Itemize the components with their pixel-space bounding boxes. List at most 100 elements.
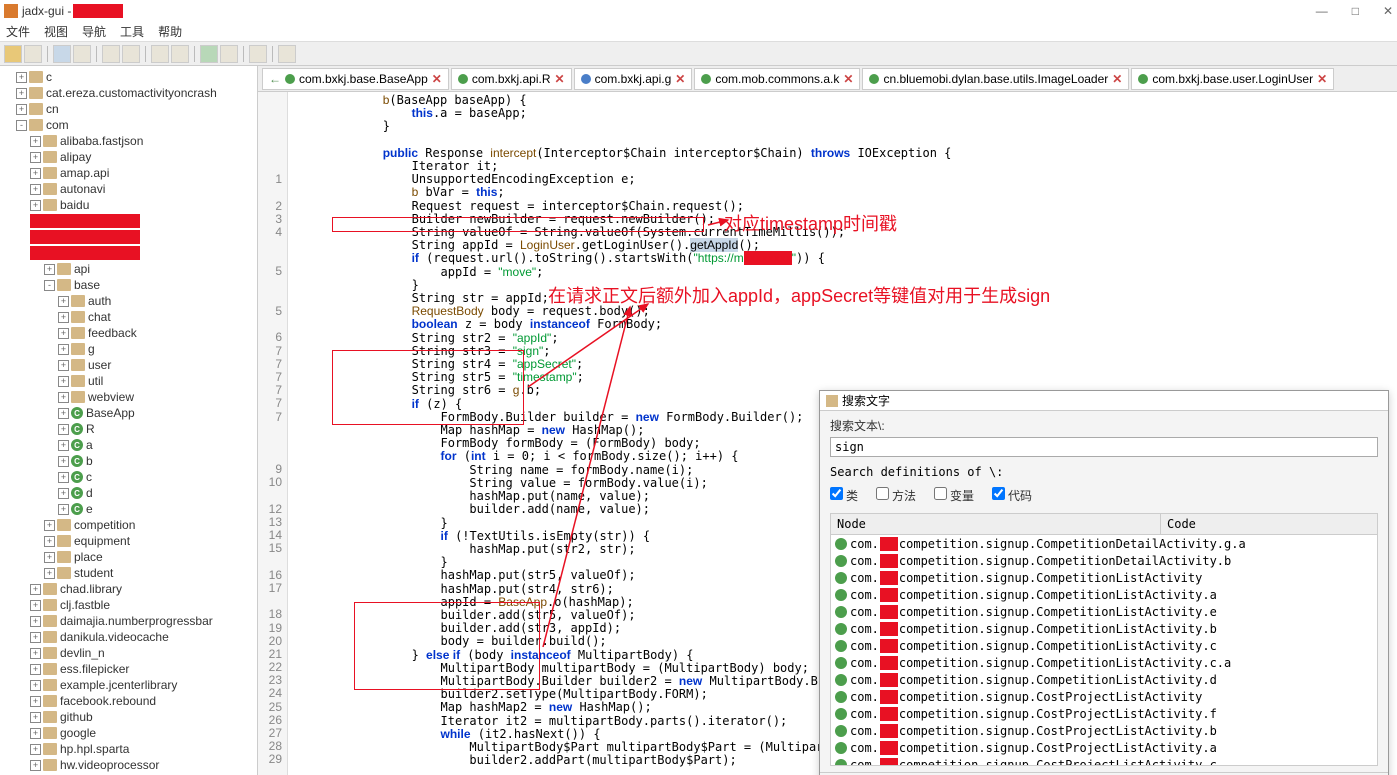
search-result-row[interactable]: com.competition.signup.CompetitionListAc… — [831, 671, 1377, 688]
tree-item[interactable]: +daimajia.numberprogressbar — [0, 613, 257, 629]
search-result-row[interactable]: com.competition.signup.CompetitionListAc… — [831, 637, 1377, 654]
tree-item[interactable]: +danikula.videocache — [0, 629, 257, 645]
tree-item[interactable]: +Cc — [0, 469, 257, 485]
search-dialog[interactable]: 搜索文字 搜索文本\: Search definitions of \: 类 方… — [819, 390, 1389, 775]
tree-item[interactable]: +student — [0, 565, 257, 581]
tree-item[interactable]: +equipment — [0, 533, 257, 549]
tb-btn[interactable] — [278, 45, 296, 63]
editor-tab[interactable]: com.bxkj.base.user.LoginUser✕ — [1131, 68, 1334, 90]
search-result-row[interactable]: com.competition.signup.CostProjectListAc… — [831, 756, 1377, 765]
line-gutter: 1234556777777910121314151617181920212223… — [258, 92, 288, 775]
tab-close-icon[interactable]: ✕ — [675, 72, 685, 86]
tree-item[interactable]: +chat — [0, 309, 257, 325]
tree-item[interactable]: +alipay — [0, 149, 257, 165]
menu-view[interactable]: 视图 — [44, 23, 68, 40]
tb-btn[interactable] — [73, 45, 91, 63]
search-result-row[interactable]: com.competition.signup.CompetitionDetail… — [831, 535, 1377, 552]
tree-item[interactable]: +place — [0, 549, 257, 565]
tree-item[interactable]: +CR — [0, 421, 257, 437]
package-tree[interactable]: +c+cat.ereza.customactivityoncrash+cn-co… — [0, 66, 258, 775]
tb-open-icon[interactable] — [4, 45, 22, 63]
tree-item[interactable] — [0, 213, 257, 229]
tree-item[interactable]: +hp.hpl.sparta — [0, 741, 257, 757]
tb-btn[interactable] — [249, 45, 267, 63]
search-input[interactable] — [830, 437, 1378, 457]
search-result-row[interactable]: com.competition.signup.CompetitionListAc… — [831, 603, 1377, 620]
opt-code[interactable]: 代码 — [992, 487, 1032, 504]
tab-close-icon[interactable]: ✕ — [1317, 72, 1327, 86]
tb-btn[interactable] — [151, 45, 169, 63]
tree-item[interactable]: +alibaba.fastjson — [0, 133, 257, 149]
tree-item[interactable]: +Cd — [0, 485, 257, 501]
editor-tab[interactable]: ←com.bxkj.base.BaseApp✕ — [262, 68, 449, 90]
tab-close-icon[interactable]: ✕ — [432, 72, 442, 86]
tree-item[interactable]: +Ca — [0, 437, 257, 453]
search-result-row[interactable]: com.competition.signup.CompetitionDetail… — [831, 552, 1377, 569]
menu-nav[interactable]: 导航 — [82, 23, 106, 40]
tree-item[interactable]: +ess.filepicker — [0, 661, 257, 677]
window-close-button[interactable]: ✕ — [1383, 4, 1393, 18]
tree-item[interactable]: +Ce — [0, 501, 257, 517]
tree-item[interactable]: +github — [0, 709, 257, 725]
tb-btn[interactable] — [102, 45, 120, 63]
tree-item[interactable]: +g — [0, 341, 257, 357]
tree-item[interactable] — [0, 245, 257, 261]
tb-btn[interactable] — [53, 45, 71, 63]
tree-item[interactable]: +facebook.rebound — [0, 693, 257, 709]
editor-tab[interactable]: cn.bluemobi.dylan.base.utils.ImageLoader… — [862, 68, 1129, 90]
search-result-row[interactable]: com.competition.signup.CompetitionListAc… — [831, 654, 1377, 671]
tree-item[interactable]: +user — [0, 357, 257, 373]
search-result-row[interactable]: com.competition.signup.CostProjectListAc… — [831, 688, 1377, 705]
search-result-row[interactable]: com.competition.signup.CostProjectListAc… — [831, 722, 1377, 739]
tb-btn[interactable] — [200, 45, 218, 63]
tree-item[interactable]: +clj.fastble — [0, 597, 257, 613]
search-result-row[interactable]: com.competition.signup.CompetitionListAc… — [831, 620, 1377, 637]
tree-item[interactable]: +webview — [0, 389, 257, 405]
opt-var[interactable]: 变量 — [934, 487, 974, 504]
menu-tools[interactable]: 工具 — [120, 23, 144, 40]
tree-item[interactable]: +amap.api — [0, 165, 257, 181]
tree-item[interactable]: +cn — [0, 101, 257, 117]
tree-item[interactable] — [0, 229, 257, 245]
tb-btn[interactable] — [122, 45, 140, 63]
search-result-row[interactable]: com.competition.signup.CompetitionListAc… — [831, 569, 1377, 586]
search-result-row[interactable]: com.competition.signup.CompetitionListAc… — [831, 586, 1377, 603]
tree-item[interactable]: +CBaseApp — [0, 405, 257, 421]
tree-item[interactable]: -base — [0, 277, 257, 293]
tree-item[interactable]: +example.jcenterlibrary — [0, 677, 257, 693]
tree-item[interactable]: +feedback — [0, 325, 257, 341]
tree-item[interactable]: +autonavi — [0, 181, 257, 197]
tree-item[interactable]: +hw.videoprocessor — [0, 757, 257, 773]
menu-help[interactable]: 帮助 — [158, 23, 182, 40]
tree-item[interactable]: +baidu — [0, 197, 257, 213]
opt-class[interactable]: 类 — [830, 487, 858, 504]
editor-tab[interactable]: com.mob.commons.a.k✕ — [694, 68, 860, 90]
opt-method[interactable]: 方法 — [876, 487, 916, 504]
tab-close-icon[interactable]: ✕ — [843, 72, 853, 86]
window-max-button[interactable]: □ — [1352, 4, 1359, 18]
tb-btn[interactable] — [24, 45, 42, 63]
search-result-row[interactable]: com.competition.signup.CostProjectListAc… — [831, 739, 1377, 756]
tree-item[interactable]: +util — [0, 373, 257, 389]
tree-item[interactable]: +cat.ereza.customactivityoncrash — [0, 85, 257, 101]
tab-close-icon[interactable]: ✕ — [555, 72, 565, 86]
search-result-list[interactable]: com.competition.signup.CompetitionDetail… — [831, 535, 1377, 765]
tb-btn[interactable] — [220, 45, 238, 63]
tree-item[interactable]: +google — [0, 725, 257, 741]
window-min-button[interactable]: — — [1316, 4, 1328, 18]
editor-tab[interactable]: com.bxkj.api.g✕ — [574, 68, 693, 90]
menubar: 文件 视图 导航 工具 帮助 — [0, 22, 1397, 42]
tree-item[interactable]: -com — [0, 117, 257, 133]
tree-item[interactable]: +auth — [0, 293, 257, 309]
tree-item[interactable]: +c — [0, 69, 257, 85]
menu-file[interactable]: 文件 — [6, 23, 30, 40]
tb-btn[interactable] — [171, 45, 189, 63]
tree-item[interactable]: +Cb — [0, 453, 257, 469]
editor-tab[interactable]: com.bxkj.api.R✕ — [451, 68, 572, 90]
search-result-row[interactable]: com.competition.signup.CostProjectListAc… — [831, 705, 1377, 722]
tree-item[interactable]: +api — [0, 261, 257, 277]
tree-item[interactable]: +chad.library — [0, 581, 257, 597]
tree-item[interactable]: +competition — [0, 517, 257, 533]
tree-item[interactable]: +devlin_n — [0, 645, 257, 661]
tab-close-icon[interactable]: ✕ — [1112, 72, 1122, 86]
